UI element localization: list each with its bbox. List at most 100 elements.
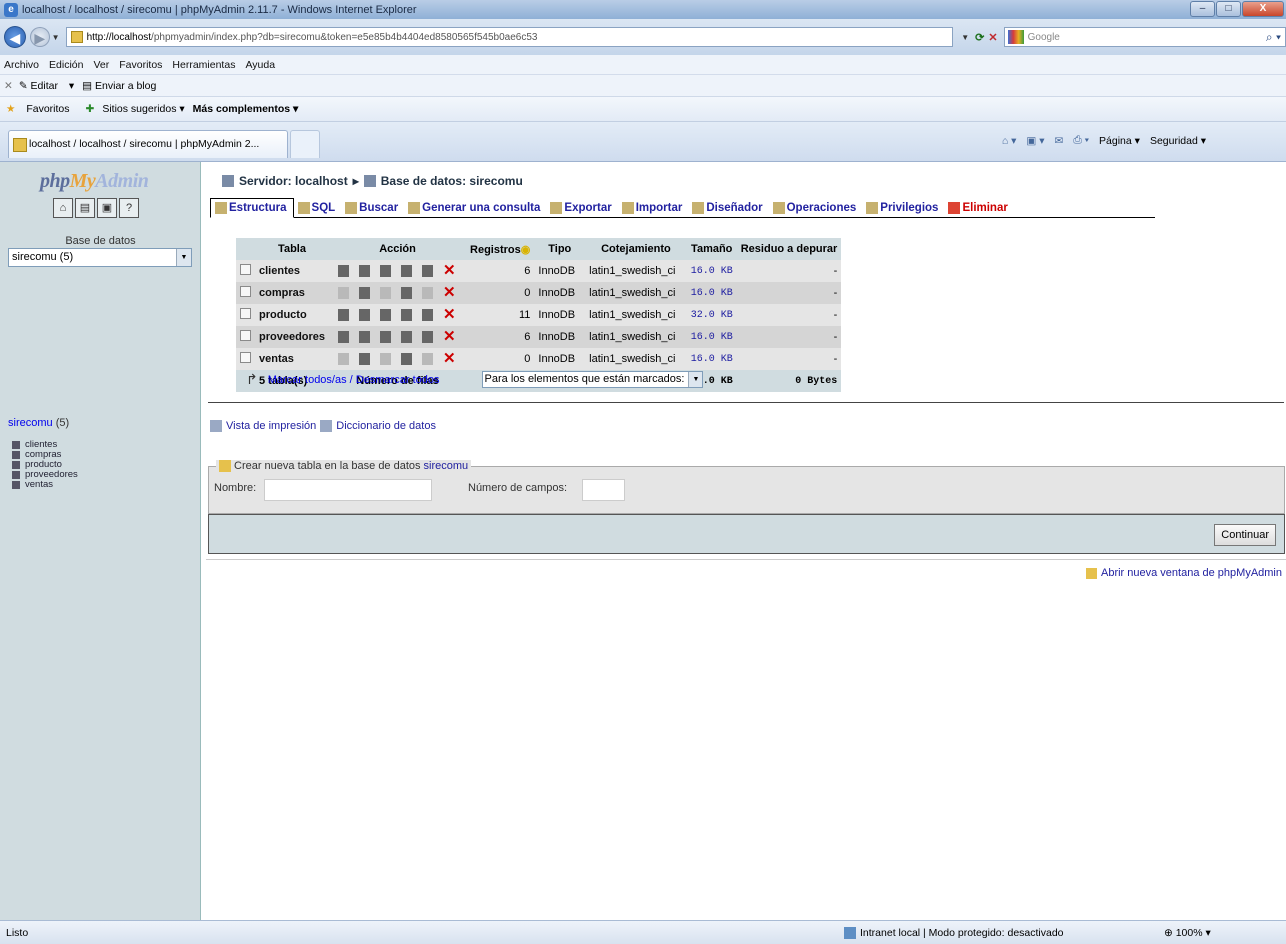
edit-button[interactable]: ✎ Editar ▾ — [19, 80, 74, 92]
insert-icon[interactable] — [401, 331, 413, 344]
close-toolbar-icon[interactable]: ✕ — [4, 80, 13, 92]
table-name-link[interactable]: clientes — [255, 260, 330, 282]
table-name-link[interactable]: compras — [255, 282, 330, 304]
back-button[interactable]: ◀ — [4, 26, 26, 48]
search-icon[interactable] — [380, 309, 392, 322]
suggested-sites-button[interactable]: Sitios sugeridos ▾ — [102, 103, 184, 115]
blog-button[interactable]: ▤ Enviar a blog — [82, 80, 164, 92]
docs-icon[interactable]: ▣ — [97, 198, 117, 218]
search-input[interactable]: Google ⌕ ▾ — [1003, 27, 1286, 47]
menu-herramientas[interactable]: Herramientas — [172, 59, 235, 71]
search-icon[interactable] — [380, 265, 392, 278]
structure-icon[interactable] — [359, 331, 371, 344]
tab-eliminar[interactable]: Eliminar — [944, 199, 1013, 217]
tab-estructura[interactable]: Estructura — [210, 198, 294, 218]
fields-count-input[interactable] — [582, 479, 625, 501]
tab-disenador[interactable]: Diseñador — [688, 199, 768, 217]
drop-icon[interactable]: ✕ — [443, 307, 457, 322]
menu-archivo[interactable]: Archivo — [4, 59, 39, 71]
row-checkbox[interactable] — [240, 286, 251, 297]
mail-icon[interactable]: ✉ — [1055, 135, 1064, 147]
favorites-button[interactable]: ★ Favoritos — [6, 103, 78, 115]
empty-icon[interactable] — [422, 331, 434, 344]
url-dropdown-icon[interactable]: ▼ — [961, 33, 969, 42]
print-view-link[interactable]: Vista de impresión — [226, 420, 316, 432]
empty-icon[interactable] — [422, 265, 434, 278]
refresh-icon[interactable]: ⟳ — [975, 31, 984, 44]
maximize-button[interactable]: □ — [1216, 1, 1241, 17]
drop-icon[interactable]: ✕ — [443, 329, 457, 344]
continue-button[interactable]: Continuar — [1214, 524, 1276, 546]
search-icon[interactable] — [380, 331, 392, 344]
minimize-button[interactable]: – — [1190, 1, 1215, 17]
tab-sql[interactable]: SQL — [294, 199, 342, 217]
row-checkbox[interactable] — [240, 308, 251, 319]
security-zone[interactable]: Intranet local | Modo protegido: desacti… — [844, 926, 1144, 939]
new-window-link[interactable]: Abrir nueva ventana de phpMyAdmin — [1101, 567, 1282, 579]
size[interactable]: 32.0 KB — [686, 304, 737, 326]
phpmyadmin-logo[interactable]: phpMyAdmin — [40, 170, 149, 193]
database-link[interactable]: sirecomu — [8, 417, 53, 429]
size[interactable]: 16.0 KB — [686, 348, 737, 370]
browser-tab[interactable]: localhost / localhost / sirecomu | phpMy… — [8, 130, 288, 158]
breadcrumb-db[interactable]: Base de datos: sirecomu — [381, 174, 523, 188]
size[interactable]: 16.0 KB — [686, 260, 737, 282]
history-dropdown-icon[interactable]: ▼ — [52, 33, 60, 42]
structure-icon[interactable] — [359, 353, 371, 366]
search-icon[interactable]: ⌕ ▾ — [1266, 30, 1281, 45]
browse-icon[interactable] — [338, 331, 350, 344]
browse-icon[interactable] — [338, 309, 350, 322]
insert-icon[interactable] — [401, 309, 413, 322]
stop-icon[interactable]: ✕ — [988, 31, 997, 44]
menu-ayuda[interactable]: Ayuda — [245, 59, 275, 71]
insert-icon[interactable] — [401, 353, 413, 366]
structure-icon[interactable] — [359, 287, 371, 300]
more-addons-button[interactable]: Más complementos ▾ — [193, 103, 299, 115]
empty-icon[interactable] — [422, 309, 434, 322]
row-checkbox[interactable] — [240, 352, 251, 363]
mark-all-link[interactable]: Marcar todos/as / Desmarcar todos — [268, 374, 440, 386]
with-selected-select[interactable]: Para los elementos que están marcados: ▼ — [481, 371, 704, 388]
home-icon[interactable]: ⌂ ▾ — [1002, 135, 1017, 147]
drop-icon[interactable]: ✕ — [443, 285, 457, 300]
print-icon[interactable]: ⎙ ▾ — [1073, 134, 1089, 147]
help-bulb-icon[interactable]: ◉ — [521, 244, 531, 256]
tab-generar-consulta[interactable]: Generar una consulta — [404, 199, 546, 217]
sql-query-icon[interactable]: ▤ — [75, 198, 95, 218]
insert-icon[interactable] — [401, 265, 413, 278]
tab-operaciones[interactable]: Operaciones — [769, 199, 863, 217]
feeds-icon[interactable]: ▣ ▾ — [1026, 135, 1044, 147]
drop-icon[interactable]: ✕ — [443, 351, 457, 366]
insert-icon[interactable] — [401, 287, 413, 300]
close-button[interactable]: X — [1242, 1, 1284, 17]
col-tabla[interactable]: Tabla — [255, 238, 330, 260]
size[interactable]: 16.0 KB — [686, 282, 737, 304]
row-checkbox[interactable] — [240, 264, 251, 275]
structure-icon[interactable] — [359, 265, 371, 278]
tab-importar[interactable]: Importar — [618, 199, 689, 217]
menu-edicion[interactable]: Edición — [49, 59, 83, 71]
drop-icon[interactable]: ✕ — [443, 263, 457, 278]
forward-button[interactable]: ▶ — [29, 27, 50, 47]
structure-icon[interactable] — [359, 309, 371, 322]
address-input[interactable]: http://localhost/phpmyadmin/index.php?db… — [65, 27, 954, 47]
tab-exportar[interactable]: Exportar — [546, 199, 617, 217]
tab-buscar[interactable]: Buscar — [341, 199, 404, 217]
home-icon[interactable]: ⌂ — [53, 198, 73, 218]
database-select[interactable]: sirecomu (5) ▼ — [8, 248, 192, 267]
list-item[interactable]: ventas — [12, 480, 78, 490]
breadcrumb-server[interactable]: Servidor: localhost — [239, 174, 348, 188]
legend-db-link[interactable]: sirecomu — [424, 460, 469, 472]
security-menu[interactable]: Seguridad ▾ — [1150, 135, 1206, 147]
menu-favoritos[interactable]: Favoritos — [119, 59, 162, 71]
row-checkbox[interactable] — [240, 330, 251, 341]
zoom-level[interactable]: ⊕ 100% ▾ — [1164, 927, 1211, 939]
data-dictionary-link[interactable]: Diccionario de datos — [336, 420, 436, 432]
table-name-link[interactable]: proveedores — [255, 326, 330, 348]
menu-ver[interactable]: Ver — [93, 59, 109, 71]
help-icon[interactable]: ? — [119, 198, 139, 218]
size[interactable]: 16.0 KB — [686, 326, 737, 348]
browse-icon[interactable] — [338, 265, 350, 278]
table-name-link[interactable]: producto — [255, 304, 330, 326]
tab-privilegios[interactable]: Privilegios — [862, 199, 944, 217]
